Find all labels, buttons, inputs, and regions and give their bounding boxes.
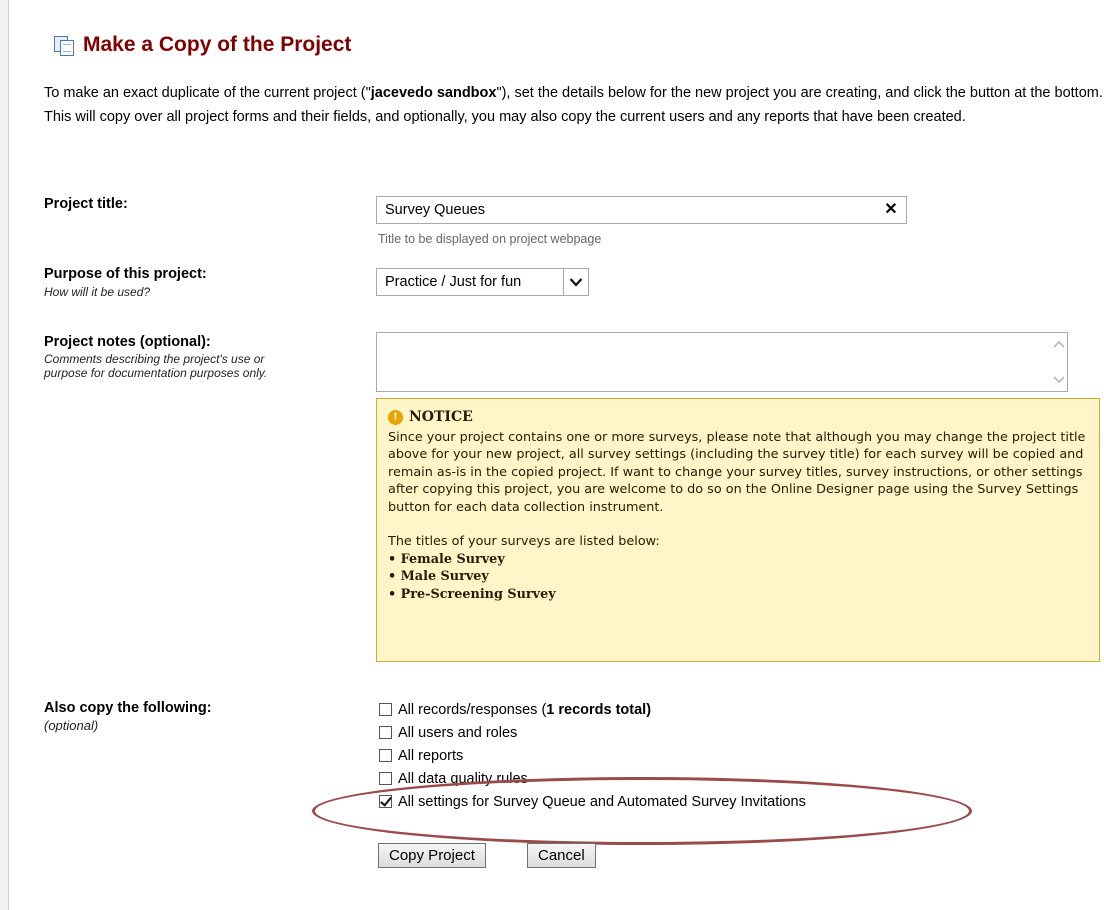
- list-item: • Male Survey: [388, 569, 489, 584]
- notes-textarea[interactable]: [376, 332, 1068, 392]
- intro-text: To make an exact duplicate of the curren…: [44, 81, 1104, 129]
- option-survey-queue[interactable]: All settings for Survey Queue and Automa…: [379, 790, 806, 813]
- records-label: All records/responses (: [398, 701, 547, 718]
- notice-body: Since your project contains one or more …: [388, 429, 1086, 515]
- copy-options-label: Also copy the following:: [44, 700, 212, 716]
- notice-title-text: NOTICE: [409, 409, 473, 425]
- purpose-sublabel: How will it be used?: [44, 285, 151, 299]
- project-title-hint: Title to be displayed on project webpage: [378, 232, 602, 246]
- list-item: • Pre-Screening Survey: [388, 586, 556, 602]
- cancel-button[interactable]: Cancel: [527, 843, 596, 868]
- project-title-input[interactable]: [376, 196, 907, 224]
- notes-sublabel-2: purpose for documentation purposes only.: [44, 366, 268, 380]
- copy-options-list: All records/responses (1 records total) …: [379, 698, 806, 813]
- notes-label: Project notes (optional):: [44, 334, 211, 350]
- project-title-label: Project title:: [44, 196, 128, 212]
- list-item: • Female Survey: [388, 551, 505, 567]
- intro-project-name: jacevedo sandbox: [370, 85, 497, 101]
- page-title: Make a Copy of the Project: [53, 33, 351, 57]
- reports-label: All reports: [398, 747, 464, 764]
- survey-list: • Female Survey • Male Survey • Pre-Scre…: [388, 551, 1088, 604]
- scroll-down-icon[interactable]: [1052, 373, 1065, 387]
- option-users[interactable]: All users and roles: [379, 721, 806, 744]
- survey-queue-checkbox[interactable]: [379, 795, 392, 808]
- purpose-select[interactable]: Practice / Just for fun: [376, 268, 589, 296]
- reports-checkbox[interactable]: [379, 749, 392, 762]
- copy-options-sublabel: (optional): [44, 718, 99, 733]
- data-quality-checkbox[interactable]: [379, 772, 392, 785]
- option-records[interactable]: All records/responses (1 records total): [379, 698, 806, 721]
- page-frame: Make a Copy of the Project To make an ex…: [8, 0, 1104, 910]
- copy-icon: [53, 35, 75, 56]
- option-reports[interactable]: All reports: [379, 744, 806, 767]
- survey-queue-label: All settings for Survey Queue and Automa…: [398, 793, 806, 810]
- chevron-down-icon[interactable]: [563, 269, 588, 295]
- intro-part-1: To make an exact duplicate of the curren…: [44, 85, 371, 101]
- notice-surveys-heading: The titles of your surveys are listed be…: [388, 534, 660, 549]
- records-checkbox[interactable]: [379, 703, 392, 716]
- copy-project-button[interactable]: Copy Project: [378, 843, 486, 868]
- users-label: All users and roles: [398, 724, 518, 741]
- scroll-up-icon[interactable]: [1052, 337, 1065, 351]
- notes-sublabel-1: Comments describing the project's use or: [44, 352, 265, 366]
- option-data-quality[interactable]: All data quality rules: [379, 767, 806, 790]
- page-title-text: Make a Copy of the Project: [83, 33, 352, 56]
- users-checkbox[interactable]: [379, 726, 392, 739]
- notice-title: ! NOTICE: [388, 409, 1088, 427]
- purpose-select-value: Practice / Just for fun: [385, 274, 522, 290]
- clear-icon[interactable]: ✕: [881, 199, 901, 221]
- notice-box: ! NOTICE Since your project contains one…: [376, 398, 1100, 662]
- warning-icon: !: [388, 410, 403, 426]
- records-count: 1 records total): [546, 701, 652, 718]
- notes-scrollbar[interactable]: [1050, 333, 1067, 391]
- data-quality-label: All data quality rules: [398, 770, 528, 787]
- purpose-label: Purpose of this project:: [44, 266, 207, 282]
